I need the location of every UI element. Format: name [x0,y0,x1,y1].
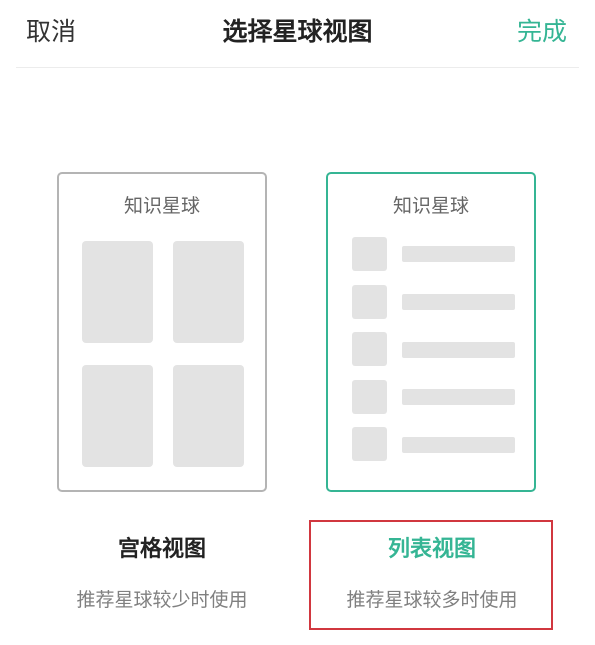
grid-preview-block [82,365,153,467]
list-preview-line [402,294,515,310]
list-preview-thumbnail [352,237,387,271]
list-preview-line [402,389,515,405]
page-title: 选择星球视图 [222,17,373,46]
list-preview-thumbnail [352,285,387,319]
grid-preview-title: 知识星球 [123,195,200,217]
list-preview-thumbnail [352,380,387,414]
list-preview-line [402,342,515,358]
grid-preview-block [173,365,244,467]
list-preview-line [402,437,515,453]
done-button[interactable]: 完成 [517,14,567,50]
grid-view-option-card[interactable]: 知识星球 [57,172,267,492]
grid-view-description: 推荐星球较少时使用 [76,589,248,611]
grid-view-label[interactable]: 宫格视图 [47,533,277,567]
header-bar: 取消 选择星球视图 完成 [0,0,595,68]
list-preview-thumbnail [352,427,387,461]
list-view-label[interactable]: 列表视图 [317,533,547,567]
list-preview-title: 知识星球 [392,195,469,217]
list-view-option-card[interactable]: 知识星球 [326,172,536,492]
cancel-button[interactable]: 取消 [26,14,76,50]
list-preview-thumbnail [352,332,387,366]
grid-preview-block [173,241,244,343]
header-divider [16,67,579,68]
list-view-description: 推荐星球较多时使用 [346,589,518,611]
grid-preview-block [82,241,153,343]
list-preview-line [402,246,515,262]
